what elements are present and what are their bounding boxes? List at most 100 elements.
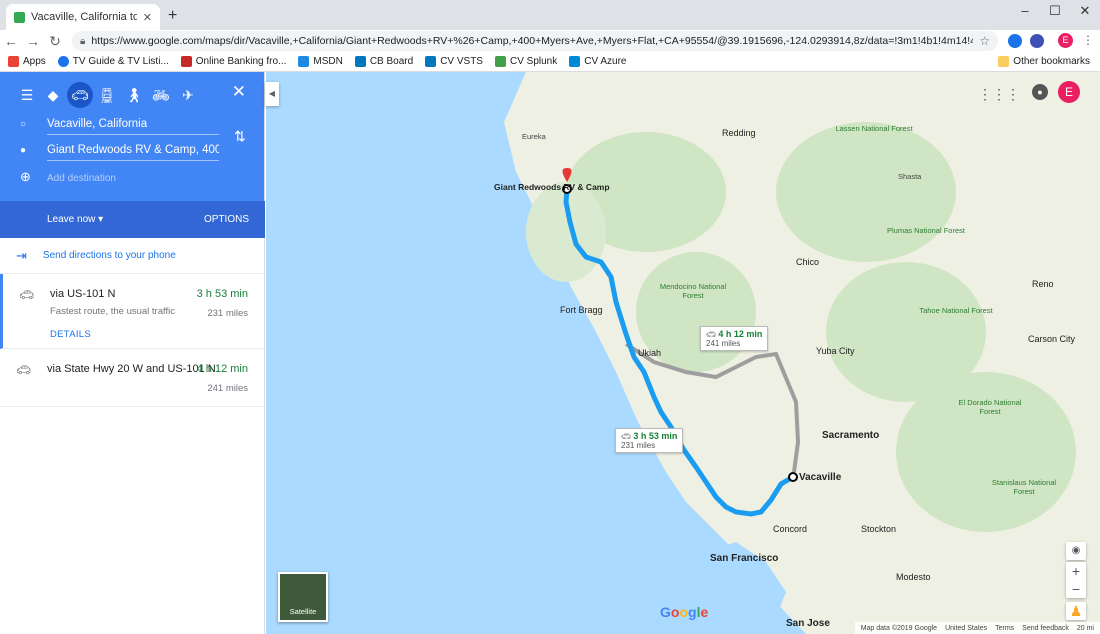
maximize-icon[interactable]: ☐	[1040, 3, 1070, 19]
address-bar[interactable]: 🔒︎ https://www.google.com/maps/dir/Vacav…	[72, 31, 998, 51]
close-tab-icon[interactable]: ✕	[143, 11, 152, 24]
map-label-fort-bragg: Fort Bragg	[560, 305, 603, 315]
bookmark-apps[interactable]: Apps	[8, 56, 46, 67]
map-label-stanislaus: Stanislaus National Forest	[991, 478, 1057, 496]
window-close-icon[interactable]: ✕	[1070, 3, 1100, 19]
car-icon: 🚗︎	[621, 432, 632, 441]
scale-bar: 20 mi	[1076, 624, 1094, 632]
map-label-stockton: Stockton	[861, 524, 897, 534]
map-canvas[interactable]: Giant Redwoods RV & Camp Vacaville San F…	[266, 72, 1100, 634]
directions-header: ☰ ◆ 🚗︎ 🚆︎ 🚶︎ 🚲︎ ✈︎ ✕ ○ Vacaville, Califo…	[0, 72, 265, 238]
splunk-icon	[494, 56, 506, 67]
route-callout-alt[interactable]: 🚗︎ 4 h 12 min 241 miles	[700, 326, 769, 351]
extension-icon[interactable]	[1008, 34, 1022, 48]
car-icon: 🚗︎	[706, 330, 717, 339]
route-time: 3 h 53 min	[196, 288, 248, 300]
new-tab-icon[interactable]: +	[168, 7, 177, 25]
my-location-icon[interactable]: ◉	[1066, 542, 1086, 560]
bookmark-tv-guide[interactable]: TV Guide & TV Listi...	[57, 56, 169, 67]
extension-icon[interactable]	[1030, 34, 1044, 48]
satellite-toggle[interactable]: Satellite	[278, 572, 328, 622]
account-avatar[interactable]: E	[1058, 81, 1080, 103]
send-feedback-link[interactable]: Send feedback	[1022, 625, 1069, 632]
reload-icon[interactable]: ↻	[44, 33, 66, 50]
bookmark-online-banking[interactable]: Online Banking fro...	[180, 56, 286, 67]
map-label-origin: Vacaville	[799, 472, 842, 483]
minimize-icon[interactable]: –	[1010, 3, 1040, 18]
route-callout-fastest[interactable]: 🚗︎ 3 h 53 min 231 miles	[615, 428, 684, 453]
origin-input[interactable]: Vacaville, California	[47, 118, 219, 135]
origin-dot-icon: ○	[20, 119, 27, 130]
map-label-lassen: Lassen National Forest	[835, 124, 913, 133]
route-option-2[interactable]: 🚗︎ via State Hwy 20 W and US-101 N 4 h 1…	[0, 349, 264, 407]
map-label-san-jose: San Jose	[786, 618, 830, 629]
callout-time: 4 h 12 min	[718, 329, 763, 339]
lock-icon: 🔒︎	[80, 35, 86, 47]
add-destination-icon[interactable]: ⊕	[20, 169, 31, 185]
menu-icon[interactable]: ⋮	[1082, 33, 1094, 47]
forest-shade	[896, 372, 1076, 532]
add-destination-input[interactable]: Add destination	[47, 173, 116, 184]
callout-miles: 241 miles	[706, 339, 741, 348]
route-distance: 231 miles	[207, 308, 248, 319]
terms-link[interactable]: Terms	[995, 625, 1014, 632]
route-distance: 241 miles	[207, 383, 248, 394]
bookmark-cv-vsts[interactable]: CV VSTS	[425, 56, 483, 67]
bookmark-msdn[interactable]: MSDN	[298, 56, 343, 67]
browser-tab[interactable]: Vacaville, California to Giant Redw ✕	[6, 4, 160, 30]
bookmarks-bar: Apps TV Guide & TV Listi... Online Banki…	[0, 52, 1100, 72]
vsts-icon	[354, 56, 366, 67]
swap-icon[interactable]: ⇅	[234, 128, 246, 145]
map-label-concord: Concord	[773, 524, 808, 534]
options-button[interactable]: OPTIONS	[204, 214, 249, 225]
cycling-mode-icon[interactable]: 🚲︎	[148, 82, 174, 108]
zoom-out-icon[interactable]: −	[1066, 580, 1086, 598]
bookmark-star-icon[interactable]: ☆	[979, 34, 990, 48]
map-label-redding: Redding	[722, 128, 756, 138]
united-states-link[interactable]: United States	[945, 625, 987, 632]
leave-now-dropdown[interactable]: Leave now ▾	[47, 214, 103, 225]
collapse-panel-button[interactable]: ◀	[265, 82, 279, 106]
tab-title: Vacaville, California to Giant Redw	[31, 11, 137, 23]
transit-mode-icon[interactable]: 🚆︎	[94, 82, 120, 108]
route-details-button[interactable]: DETAILS	[50, 329, 248, 340]
map-label-sacramento: Sacramento	[822, 430, 880, 441]
send-to-phone-link[interactable]: Send directions to your phone	[43, 250, 176, 261]
send-to-phone-row[interactable]: ⇥ Send directions to your phone	[0, 238, 264, 274]
map-label-yuba-city: Yuba City	[816, 346, 855, 356]
hamburger-menu-icon[interactable]: ☰	[14, 82, 40, 108]
forest-shade	[776, 122, 956, 262]
maps-favicon-icon	[14, 11, 25, 23]
bank-icon	[180, 56, 192, 67]
other-bookmarks[interactable]: Other bookmarks	[998, 56, 1090, 67]
walking-mode-icon[interactable]: 🚶︎	[121, 82, 147, 108]
bookmark-cv-splunk[interactable]: CV Splunk	[494, 56, 557, 67]
close-directions-icon[interactable]: ✕	[232, 82, 246, 102]
map-attribution: Map data ©2019 Google United States Term…	[854, 622, 1100, 634]
best-route-icon[interactable]: ◆	[40, 82, 66, 108]
callout-miles: 231 miles	[621, 441, 656, 450]
notifications-icon[interactable]: ●	[1032, 84, 1048, 100]
bookmark-cb-board[interactable]: CB Board	[354, 56, 413, 67]
zoom-controls: + −	[1066, 562, 1086, 598]
car-icon: 🚗︎	[16, 363, 32, 377]
destination-input[interactable]: Giant Redwoods RV & Camp, 400 Myers	[47, 144, 219, 161]
pegman-icon[interactable]: ♟	[1066, 602, 1086, 620]
vsts-icon	[425, 56, 437, 67]
google-apps-icon[interactable]: ⋮⋮⋮	[978, 86, 1020, 103]
map-label-eldorado: El Dorado National Forest	[958, 398, 1022, 416]
directions-panel: ☰ ◆ 🚗︎ 🚆︎ 🚶︎ 🚲︎ ✈︎ ✕ ○ Vacaville, Califo…	[0, 72, 265, 634]
flight-mode-icon[interactable]: ✈︎	[175, 82, 201, 108]
back-icon[interactable]: ←	[0, 33, 22, 49]
browser-tab-strip: Vacaville, California to Giant Redw ✕ + …	[0, 0, 1100, 30]
omnibar: ← → ↻ 🔒︎ https://www.google.com/maps/dir…	[0, 30, 1100, 52]
map-label-mendocino: Mendocino National Forest	[659, 282, 727, 300]
forward-icon[interactable]: →	[22, 33, 44, 49]
map-label-eureka: Eureka	[522, 132, 546, 141]
bookmark-cv-azure[interactable]: CV Azure	[569, 56, 626, 67]
profile-avatar[interactable]: E	[1058, 33, 1073, 48]
map-label-plumas: Plumas National Forest	[887, 226, 965, 235]
route-option-1[interactable]: 🚗︎ via US-101 N 3 h 53 min Fastest route…	[0, 274, 264, 349]
zoom-in-icon[interactable]: +	[1066, 562, 1086, 580]
driving-mode-icon[interactable]: 🚗︎	[67, 82, 93, 108]
